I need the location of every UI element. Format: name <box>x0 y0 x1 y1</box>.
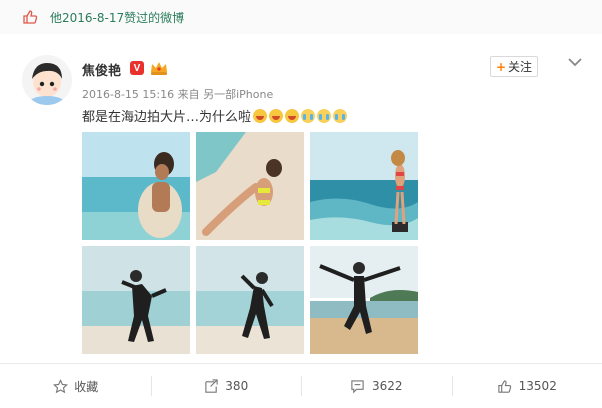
favorite-button[interactable]: 收藏 <box>0 364 151 408</box>
repost-icon <box>203 378 219 394</box>
like-button[interactable]: 13502 <box>452 364 602 408</box>
action-bar: 收藏 380 3622 13502 <box>0 363 602 408</box>
chevron-down-icon[interactable] <box>567 54 583 68</box>
liked-header-text[interactable]: 他2016-8-17赞过的微博 <box>50 9 184 26</box>
post-text-content: 都是在海边拍大片…为什么啦 <box>82 106 251 125</box>
favorite-label: 收藏 <box>74 378 98 395</box>
photo-6-man-jumping[interactable] <box>310 246 418 354</box>
laugh-emoji-icon <box>253 109 267 123</box>
plus-icon: + <box>496 60 506 74</box>
star-icon <box>52 378 68 394</box>
avatar[interactable] <box>22 55 72 105</box>
comment-icon <box>350 378 366 394</box>
laugh-emoji-icon <box>269 109 283 123</box>
follow-button[interactable]: + 关注 <box>490 56 538 77</box>
liked-header-bar: 他2016-8-17赞过的微博 <box>0 0 602 35</box>
post-text: 都是在海边拍大片…为什么啦 <box>82 106 347 125</box>
photo-2-woman-on-sand[interactable] <box>196 132 304 240</box>
thumbs-up-icon <box>22 9 38 25</box>
photo-3-woman-on-rock[interactable] <box>310 132 418 240</box>
photo-5-man-dancing[interactable] <box>196 246 304 354</box>
post-meta: 2016-8-15 15:16 来自 另一部iPhone <box>82 86 273 102</box>
follow-label: 关注 <box>508 58 532 75</box>
cry-emoji-icon <box>317 109 331 123</box>
repost-button[interactable]: 380 <box>151 364 302 408</box>
crown-vip-icon <box>149 60 169 76</box>
like-count: 13502 <box>519 379 557 393</box>
repost-count: 380 <box>225 379 248 393</box>
cry-emoji-icon <box>301 109 315 123</box>
cry-emoji-icon <box>333 109 347 123</box>
comment-button[interactable]: 3622 <box>301 364 452 408</box>
laugh-emoji-icon <box>285 109 299 123</box>
thumbs-up-icon <box>497 378 513 394</box>
comment-count: 3622 <box>372 379 403 393</box>
username[interactable]: 焦俊艳 <box>82 60 121 79</box>
photo-4-man-dancing[interactable] <box>82 246 190 354</box>
verified-badge: V <box>130 61 144 75</box>
photo-1-woman-in-sea[interactable] <box>82 132 190 240</box>
